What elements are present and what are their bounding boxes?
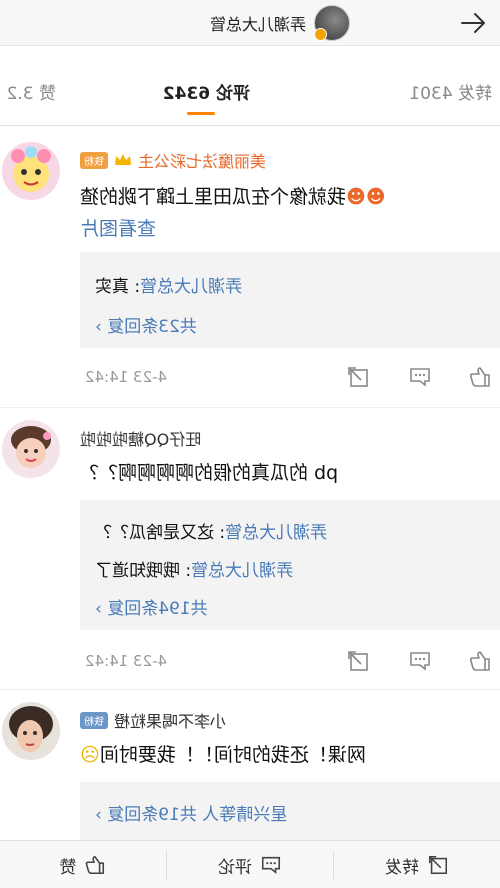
laughing-emoji-icon: ☻☻ — [346, 186, 386, 208]
like-button[interactable]: 赞 — [0, 841, 166, 888]
repost-button[interactable]: 转发 — [334, 841, 500, 888]
fan-badge: 铁粉 — [80, 711, 108, 729]
share-icon[interactable] — [346, 365, 370, 389]
reply-line: 弄潮儿大总管: 哦哦知道了 — [95, 561, 294, 581]
reply-author[interactable]: 弄潮儿大总管 — [140, 277, 242, 297]
divider — [166, 851, 167, 879]
reply-box[interactable]: 星兴晴等人 共19条回复 › — [80, 782, 500, 840]
comment-item: 美丽魔法七彩公主 铁粉 ☻☻我就像个在瓜田里上蹿下跳的猹 查看图片 弄潮儿大总管… — [0, 128, 500, 408]
like-icon[interactable] — [468, 649, 492, 673]
commenter-name[interactable]: 旺仔QQ糖啦啦啦 — [80, 426, 201, 450]
comment-icon — [261, 856, 281, 874]
chevron-right-icon: › — [95, 599, 102, 619]
repost-label: 转发 — [385, 857, 419, 878]
author-avatar — [314, 5, 350, 41]
comment-button[interactable]: 评论 — [167, 841, 333, 888]
more-replies-link[interactable]: 共194条回复 › — [95, 594, 500, 619]
chevron-right-icon: › — [95, 317, 102, 337]
comment-item: 小李不喝果粒橙 铁粉 网课！还我的时间！！我要时间☹ 星兴晴等人 共19条回复 … — [0, 690, 500, 840]
page-title: 弄潮儿大总管 — [209, 15, 306, 34]
like-icon[interactable] — [468, 365, 492, 389]
comment-meta: 4-23 14:42 — [0, 362, 500, 392]
avatar[interactable] — [2, 420, 60, 478]
top-bar: 弄潮儿大总管 — [0, 0, 500, 46]
comment-meta: 4-23 14:42 — [0, 646, 500, 676]
reply-box[interactable]: 弄潮儿大总管: 这又是啥瓜？？ 弄潮儿大总管: 哦哦知道了 共194条回复 › — [80, 500, 500, 630]
commenter-name[interactable]: 小李不喝果粒橙 — [114, 708, 226, 732]
like-label: 赞 — [59, 857, 77, 878]
tab-likes[interactable]: 赞 3.2 — [7, 79, 56, 104]
share-icon[interactable] — [346, 649, 370, 673]
view-image-link[interactable]: 查看图片 — [80, 214, 500, 241]
back-arrow-icon[interactable] — [460, 10, 486, 36]
comment-header: 小李不喝果粒橙 铁粉 — [80, 708, 500, 732]
comment-icon[interactable] — [408, 365, 432, 389]
comment-header: 美丽魔法七彩公主 铁粉 — [80, 148, 500, 172]
like-icon — [86, 855, 105, 875]
reply-line: 弄潮儿大总管: 真实 — [95, 277, 243, 297]
reply-author[interactable]: 弄潮儿大总管 — [225, 523, 327, 543]
reply-box[interactable]: 弄潮儿大总管: 真实 共23条回复 › — [80, 252, 500, 348]
reply-line: 弄潮儿大总管: 这又是啥瓜？？ — [95, 523, 328, 543]
bottom-action-bar: 转发 评论 赞 — [0, 840, 500, 888]
comment-label: 评论 — [218, 857, 252, 878]
tab-bar: 转发 4301 评论 6342 赞 3.2 — [0, 46, 500, 126]
reply-author[interactable]: 弄潮儿大总管 — [191, 561, 293, 581]
divider — [333, 851, 334, 879]
comment-text: pb 的瓜真的假的啊啊啊啊？？ — [80, 462, 339, 484]
active-tab-indicator — [187, 112, 215, 115]
header-title-group[interactable]: 弄潮儿大总管 — [210, 4, 350, 42]
comment-text: ☻☻我就像个在瓜田里上蹿下跳的猹 — [80, 186, 386, 208]
comment-icon[interactable] — [408, 649, 432, 673]
crying-emoji-icon: ☹ — [80, 744, 100, 766]
avatar[interactable] — [2, 702, 60, 760]
repost-icon — [428, 855, 448, 875]
comment-item: 旺仔QQ糖啦啦啦 pb 的瓜真的假的啊啊啊啊？？ 弄潮儿大总管: 这又是啥瓜？？… — [0, 408, 500, 690]
avatar[interactable] — [2, 142, 60, 200]
comment-time: 4-23 14:42 — [85, 652, 168, 670]
more-replies-link[interactable]: 星兴晴等人 共19条回复 › — [95, 800, 500, 825]
mirrored-screen: 弄潮儿大总管 转发 4301 评论 6342 赞 3.2 美丽魔法七彩公主 铁粉… — [0, 0, 500, 888]
fan-badge: 铁粉 — [80, 151, 108, 169]
commenter-name[interactable]: 美丽魔法七彩公主 — [138, 148, 266, 172]
comment-text: 网课！还我的时间！！我要时间☹ — [80, 744, 366, 766]
crown-icon — [115, 154, 131, 165]
comment-time: 4-23 14:42 — [85, 368, 168, 386]
tab-comments[interactable]: 评论 6342 — [163, 79, 250, 104]
more-replies-link[interactable]: 共23条回复 › — [95, 312, 500, 337]
chevron-right-icon: › — [95, 805, 102, 825]
tab-repost[interactable]: 转发 4301 — [409, 79, 492, 104]
comment-header: 旺仔QQ糖啦啦啦 — [80, 426, 500, 450]
